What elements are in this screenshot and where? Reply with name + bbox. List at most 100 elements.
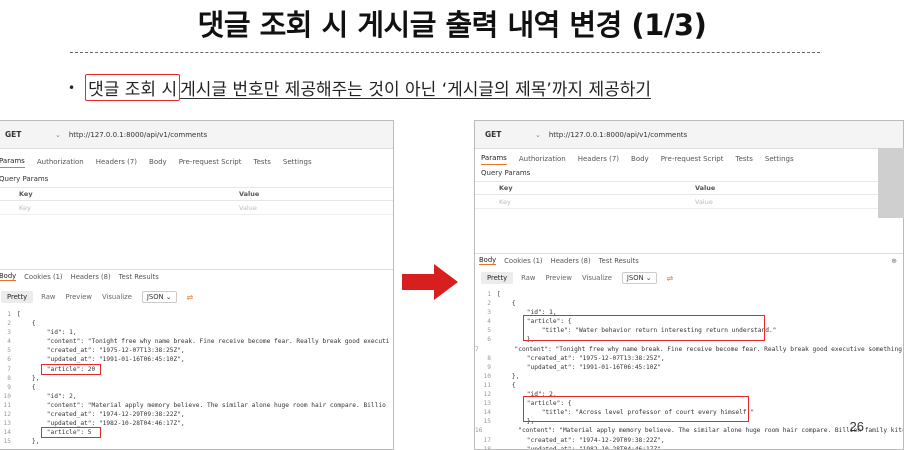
line-number: 18 (483, 445, 491, 450)
col-key: Key (499, 184, 513, 192)
row-key-placeholder[interactable]: Key (499, 198, 695, 206)
tab-tests[interactable]: Tests (253, 158, 270, 166)
visualize-button[interactable]: Visualize (582, 274, 612, 282)
code-text: }, (497, 372, 520, 380)
request-bar: GET ⌄ http://127.0.0.1:8000/api/v1/comme… (0, 121, 393, 149)
tab-pre-request-script[interactable]: Pre-request Script (661, 155, 724, 163)
chevron-down-icon[interactable]: ⌄ (55, 131, 61, 139)
highlight-box-article-title-1 (523, 315, 765, 341)
request-url[interactable]: http://127.0.0.1:8000/api/v1/comments (549, 131, 687, 139)
preview-button[interactable]: Preview (65, 293, 91, 301)
line-number: 2 (487, 300, 491, 308)
resp-tab-headers[interactable]: Headers (8) (551, 257, 591, 265)
json-dropdown[interactable]: JSON ⌄ (141, 291, 177, 303)
code-line: 5 "created_at": "1975-12-07T13:38:25Z", (0, 346, 393, 355)
tab-authorization[interactable]: Authorization (37, 158, 84, 166)
code-line: 7 "content": "Tonight free why name brea… (475, 345, 903, 354)
resp-tab-headers[interactable]: Headers (8) (71, 273, 111, 281)
tab-params[interactable]: Params (0, 157, 25, 168)
tab-tests[interactable]: Tests (735, 155, 752, 163)
code-text: "created_at": "1974-12-29T09:38:22Z", (497, 436, 665, 444)
page-number: 26 (849, 419, 864, 434)
line-number: 3 (7, 329, 11, 337)
globe-icon[interactable]: ⊕ (891, 257, 897, 265)
wrap-icon[interactable]: ⇌ (187, 293, 194, 302)
line-number: 9 (7, 383, 11, 391)
code-line: 8 }, (0, 374, 393, 383)
pretty-button[interactable]: Pretty (1, 291, 34, 303)
line-number: 15 (3, 438, 11, 446)
tab-body[interactable]: Body (149, 158, 167, 166)
code-line: 12 "created_at": "1974-12-29T09:38:22Z", (0, 410, 393, 419)
tab-authorization[interactable]: Authorization (519, 155, 566, 163)
row-value-placeholder[interactable]: Value (239, 204, 257, 212)
response-json: 1[2 {3 "id": 1, 4 "content": "Tonight fre… (0, 310, 393, 446)
resp-tab-test-results[interactable]: Test Results (599, 257, 639, 265)
tab-settings[interactable]: Settings (283, 158, 312, 166)
resp-tab-body[interactable]: Body (479, 256, 497, 265)
tab-settings[interactable]: Settings (765, 155, 794, 163)
request-tabs: Params Authorization Headers (7) Body Pr… (0, 154, 393, 170)
code-line: 2 { (475, 299, 903, 308)
query-params-label: Query Params (481, 169, 531, 177)
format-bar: Pretty Raw Preview Visualize JSON ⌄ ⇌ (0, 289, 393, 305)
col-key: Key (19, 190, 33, 198)
raw-button[interactable]: Raw (521, 274, 535, 282)
line-number: 11 (3, 401, 11, 409)
params-row[interactable]: Key Value (475, 195, 903, 209)
format-bar: Pretty Raw Preview Visualize JSON ⌄ ⇌ (475, 270, 903, 286)
line-number: 13 (3, 420, 11, 428)
code-line: 8 "created_at": "1975-12-07T13:38:25Z", (475, 354, 903, 363)
pretty-button[interactable]: Pretty (481, 272, 514, 284)
query-params-label: Query Params (0, 175, 49, 183)
row-value-placeholder[interactable]: Value (695, 198, 713, 206)
resp-tab-cookies[interactable]: Cookies (1) (504, 257, 542, 265)
code-text: "content": "Tonight free why name break.… (484, 345, 904, 353)
json-dropdown[interactable]: JSON ⌄ (621, 272, 657, 284)
code-text: { (17, 383, 36, 391)
code-text: { (497, 300, 516, 308)
resp-tab-body[interactable]: Body (0, 272, 17, 281)
code-line: 4 "content": "Tonight free why name brea… (0, 337, 393, 346)
wrap-icon[interactable]: ⇌ (667, 274, 674, 283)
line-number: 10 (483, 372, 491, 380)
http-method[interactable]: GET (485, 130, 535, 139)
tab-body[interactable]: Body (631, 155, 649, 163)
http-method[interactable]: GET (5, 130, 55, 139)
preview-button[interactable]: Preview (545, 274, 571, 282)
code-text: "created_at": "1975-12-07T13:38:25Z", (17, 347, 185, 355)
chevron-down-icon[interactable]: ⌄ (535, 131, 541, 139)
tab-params[interactable]: Params (481, 154, 507, 165)
visualize-button[interactable]: Visualize (102, 293, 132, 301)
tab-headers[interactable]: Headers (7) (578, 155, 619, 163)
tab-pre-request-script[interactable]: Pre-request Script (179, 158, 242, 166)
raw-button[interactable]: Raw (41, 293, 55, 301)
row-key-placeholder[interactable]: Key (19, 204, 239, 212)
response-json: 1[2 {3 "id": 1, 4 "article": {5 "title": … (475, 290, 904, 450)
code-text: "id": 1, (17, 329, 77, 337)
line-number: 1 (487, 291, 491, 298)
code-line: 18 "updated_at": "1982-10-28T04:46:17Z" (475, 445, 903, 450)
line-number: 13 (483, 400, 491, 408)
resp-tab-cookies[interactable]: Cookies (1) (24, 273, 62, 281)
code-text: { (497, 381, 516, 389)
params-row[interactable]: Key Value (0, 201, 393, 215)
tab-headers[interactable]: Headers (7) (96, 158, 137, 166)
adjacent-slide-edge (878, 148, 904, 218)
resp-tab-test-results[interactable]: Test Results (119, 273, 159, 281)
col-value: Value (239, 190, 260, 198)
line-number: 4 (487, 318, 491, 326)
request-url[interactable]: http://127.0.0.1:8000/api/v1/comments (69, 131, 207, 139)
line-number: 1 (7, 311, 11, 318)
postman-window-before: GET ⌄ http://127.0.0.1:8000/api/v1/comme… (0, 120, 394, 450)
line-number: 7 (7, 365, 11, 373)
line-number: 12 (3, 411, 11, 419)
code-text: "updated_at": "1991-01-16T06:45:10Z" (497, 363, 661, 371)
code-text: "id": 2, (17, 392, 77, 400)
line-number: 5 (7, 347, 11, 355)
code-line: 17 "created_at": "1974-12-29T09:38:22Z", (475, 436, 903, 445)
code-text: "content": "Material apply memory believ… (488, 427, 904, 435)
code-line: 10 }, (475, 372, 903, 381)
code-text: [ (17, 311, 21, 318)
code-text: "created_at": "1975-12-07T13:38:25Z", (497, 354, 665, 362)
